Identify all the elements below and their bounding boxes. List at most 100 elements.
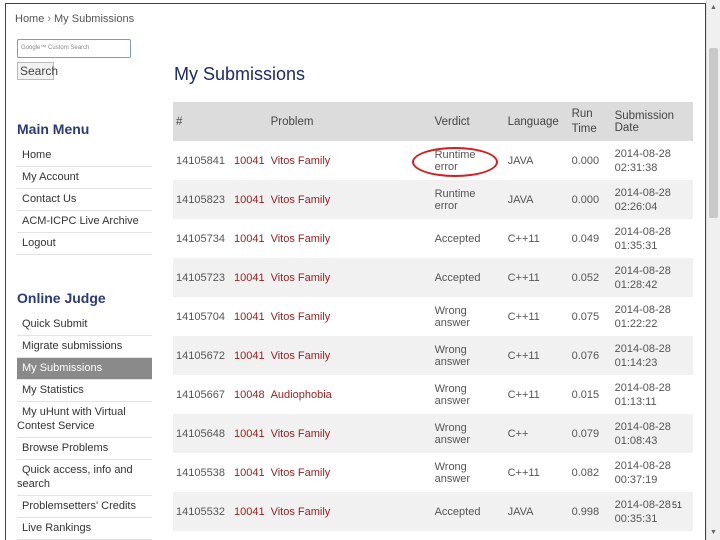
- verdict-cell: Wrong answer: [431, 336, 505, 375]
- header-language: Language: [504, 102, 569, 141]
- problem-name-link[interactable]: Vitos Family: [271, 233, 331, 245]
- verdict-cell: Wrong answer: [431, 414, 505, 453]
- submission-date-cell: 2014-08-28 00:35:31: [611, 492, 693, 531]
- scroll-thumb[interactable]: [709, 48, 718, 218]
- submission-time: 00:35:31: [614, 512, 658, 525]
- problem-name-link[interactable]: Vitos Family: [271, 194, 331, 206]
- menu-item-my-statistics[interactable]: My Statistics: [17, 380, 152, 402]
- menu-item-problemsetters-credits[interactable]: Problemsetters' Credits: [17, 496, 152, 518]
- verdict-cell: Accepted: [431, 492, 505, 531]
- scroll-up-arrow-icon[interactable]: ▲: [710, 4, 717, 11]
- search-input[interactable]: Google™ Custom Search: [17, 39, 131, 58]
- header-verdict: Verdict: [431, 102, 505, 141]
- language-cell: JAVA: [504, 180, 569, 219]
- problem-name-link[interactable]: Vitos Family: [271, 467, 331, 479]
- menu-item-browse-problems[interactable]: Browse Problems: [17, 438, 152, 460]
- menu-item-uhunt-line1: My uHunt with Virtual: [22, 406, 126, 418]
- problem-name-cell: Vitos Family: [267, 258, 432, 297]
- language-cell: JAVA: [507, 154, 534, 167]
- submission-date-cell: 2014-08-28 01:14:23: [611, 336, 693, 375]
- submission-id: 14105648: [173, 414, 231, 453]
- problem-name-link[interactable]: Vitos Family: [271, 506, 331, 518]
- problem-name-link[interactable]: Vitos Family: [271, 311, 331, 323]
- table-row: 14105532 10041 Vitos Family Accepted JAVA 0.9…: [173, 492, 693, 531]
- header-run-time: Run Time: [568, 102, 612, 141]
- run-time-cell: 0.075: [571, 310, 600, 323]
- language-cell: C++11: [507, 310, 540, 323]
- submissions-table: # Problem Verdict Language Run Time Submi…: [173, 102, 693, 531]
- problem-number-link[interactable]: 10041: [234, 428, 265, 440]
- menu-item-my-account[interactable]: My Account: [17, 167, 152, 189]
- run-time-cell: 0.998: [568, 492, 612, 531]
- submission-date: 2014-08-28: [614, 342, 671, 355]
- header-submission-date: Submission Date: [611, 102, 693, 141]
- problem-number-link[interactable]: 10041: [234, 506, 265, 518]
- language-cell: C++11: [507, 466, 540, 479]
- problem-number-cell: 10041: [231, 297, 268, 336]
- menu-item-logout[interactable]: Logout: [17, 233, 152, 255]
- verdict-cell: Wrong answer: [434, 460, 471, 485]
- submission-id: 14105841: [176, 154, 225, 167]
- problem-number-link[interactable]: 10041: [234, 272, 265, 284]
- submission-date: 2014-08-28: [614, 459, 671, 472]
- problem-number-link[interactable]: 10041: [234, 155, 265, 167]
- menu-item-live-archive[interactable]: ACM-ICPC Live Archive: [17, 211, 152, 233]
- problem-name-cell: Vitos Family: [267, 180, 432, 219]
- problem-number-cell: 10041: [231, 258, 268, 297]
- breadcrumb-current: My Submissions: [54, 13, 135, 25]
- breadcrumb-home[interactable]: Home: [15, 13, 44, 25]
- problem-number-link[interactable]: 10041: [234, 311, 265, 323]
- submission-date-cell: 2014-08-28 01:22:22: [612, 297, 693, 336]
- scrollbar[interactable]: ▲ ▼: [706, 0, 720, 540]
- header-id: #: [173, 102, 231, 141]
- table-row: 14105823 10041 Vitos Family Runtime error JA…: [173, 180, 693, 219]
- submission-id: 14105723: [173, 258, 231, 297]
- table-header-row: # Problem Verdict Language Run Time Submi…: [173, 102, 693, 141]
- submission-date-cell: 2014-08-28 00:37:19: [612, 453, 693, 492]
- problem-number-cell: 10048: [231, 375, 268, 414]
- menu-item-my-submissions[interactable]: My Submissions: [17, 358, 152, 380]
- problem-name-link[interactable]: Vitos Family: [271, 155, 331, 167]
- menu-item-quick-submit[interactable]: Quick Submit: [17, 314, 152, 336]
- online-judge-title: Online Judge: [17, 290, 106, 306]
- language-cell: C++11: [504, 336, 569, 375]
- problem-number-link[interactable]: 10041: [234, 467, 265, 479]
- problem-number-cell: 10041: [231, 141, 268, 180]
- submission-time: 02:31:38: [614, 161, 658, 174]
- verdict-cell: Runtime error: [434, 148, 476, 173]
- submission-time: 02:26:04: [614, 200, 658, 213]
- problem-name-link[interactable]: Audiophobia: [271, 389, 332, 401]
- slide-number: 51: [672, 500, 683, 510]
- language-cell: C++11: [507, 232, 540, 245]
- search-button[interactable]: Search: [17, 62, 58, 80]
- submission-time: 00:37:19: [614, 473, 658, 486]
- main-menu-title: Main Menu: [17, 121, 90, 137]
- menu-item-home[interactable]: Home: [17, 145, 152, 167]
- submission-date: 2014-08-28: [614, 147, 671, 160]
- menu-item-live-rankings[interactable]: Live Rankings: [17, 518, 152, 540]
- menu-item-quick-access[interactable]: Quick access, info and search: [17, 460, 152, 496]
- problem-number-link[interactable]: 10048: [234, 389, 265, 401]
- menu-item-uhunt[interactable]: My uHunt with Virtual Contest Service: [17, 402, 152, 438]
- problem-number-link[interactable]: 10041: [234, 350, 265, 362]
- submission-time: 01:08:43: [614, 434, 658, 447]
- menu-item-uhunt-line2: Contest Service: [17, 420, 95, 432]
- problem-name-cell: Vitos Family: [268, 141, 432, 180]
- menu-item-contact-us[interactable]: Contact Us: [17, 189, 152, 211]
- table-row: 14105734 10041 Vitos Family Accepted C++11 0.…: [173, 219, 693, 258]
- scroll-down-arrow-icon[interactable]: ▼: [710, 529, 717, 536]
- menu-item-migrate-submissions[interactable]: Migrate submissions: [17, 336, 152, 358]
- header-run-time-line1: Run: [571, 107, 593, 120]
- submission-id: 14105672: [173, 336, 231, 375]
- submission-date-cell: 2014-08-28 02:26:04: [611, 180, 693, 219]
- submission-date-cell: 2014-08-28 01:13:11: [612, 375, 693, 414]
- problem-number-link[interactable]: 10041: [234, 194, 265, 206]
- run-time-cell: 0.079: [568, 414, 612, 453]
- submission-date: 2014-08-28: [614, 225, 671, 238]
- problem-name-link[interactable]: Vitos Family: [271, 350, 331, 362]
- problem-name-link[interactable]: Vitos Family: [271, 272, 331, 284]
- submission-time: 01:28:42: [614, 278, 658, 291]
- problem-name-link[interactable]: Vitos Family: [271, 428, 331, 440]
- submission-time: 01:35:31: [614, 239, 658, 252]
- problem-number-link[interactable]: 10041: [234, 233, 265, 245]
